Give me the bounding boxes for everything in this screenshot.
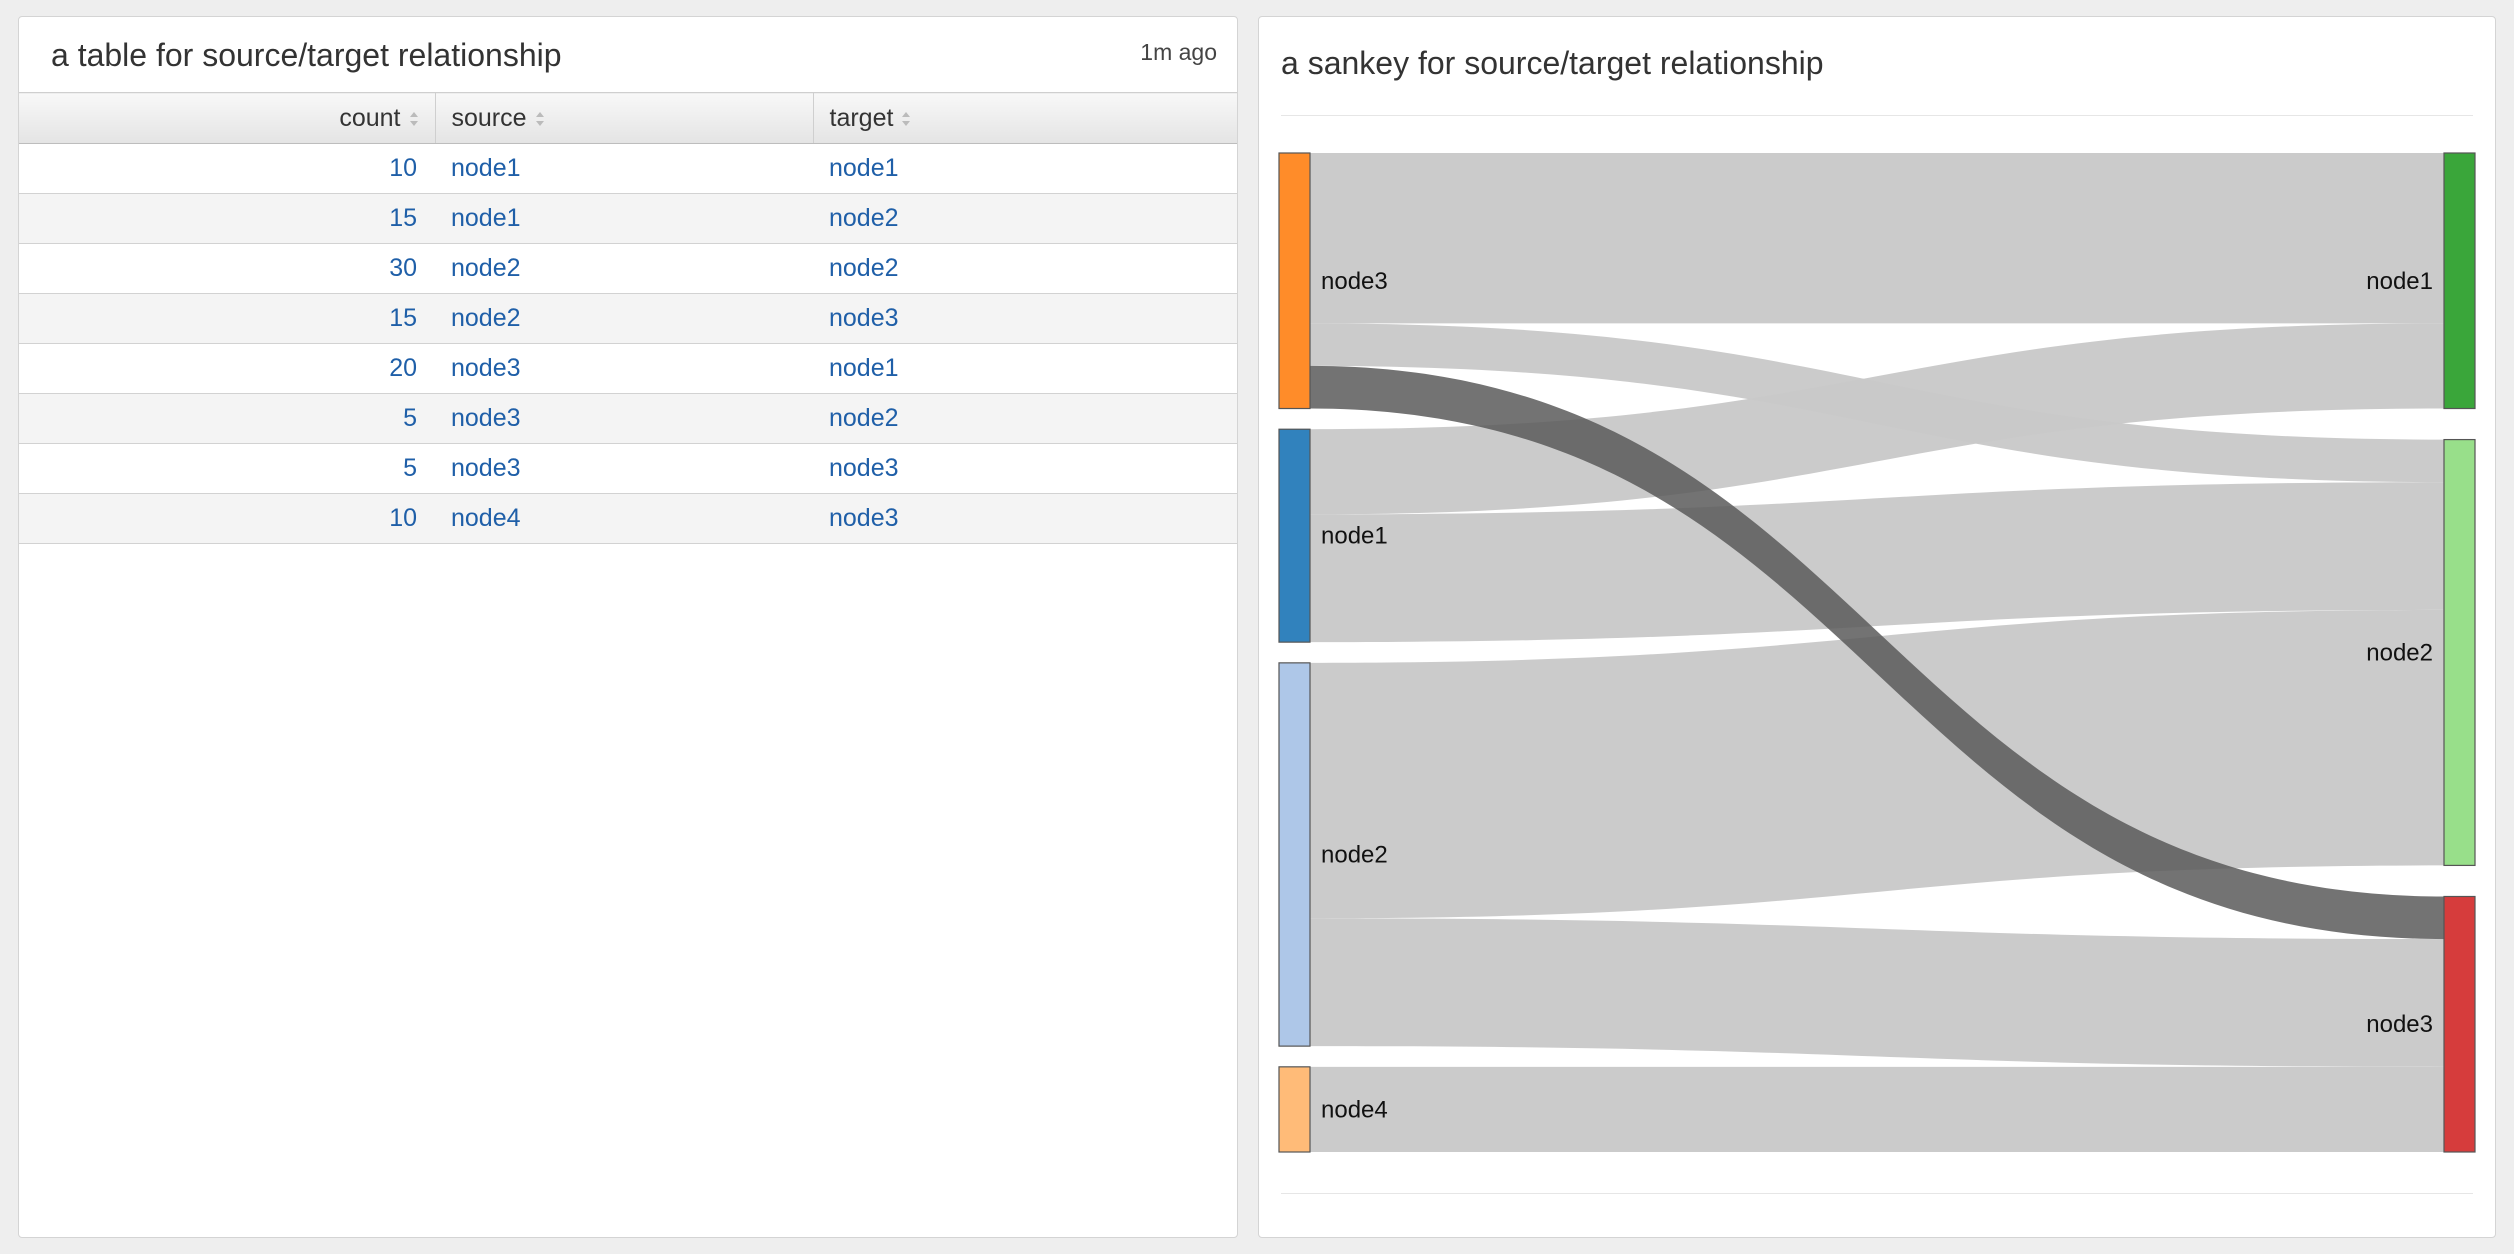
source-cell[interactable]: node2: [435, 293, 813, 344]
source-cell[interactable]: node2: [435, 243, 813, 294]
relationship-table: count source target 10 node1 node1 15 no…: [19, 92, 1237, 544]
table-panel: a table for source/target relationship 1…: [18, 16, 1238, 1238]
column-header-label: count: [339, 103, 401, 132]
column-header-target[interactable]: target: [812, 92, 1237, 144]
table-row: 15 node1 node2: [19, 193, 1237, 244]
sankey-node-label: node4: [1321, 1096, 1388, 1123]
column-header-label: source: [451, 103, 527, 132]
source-cell[interactable]: node4: [435, 493, 813, 544]
table-header-row: count source target: [19, 92, 1237, 144]
target-cell[interactable]: node1: [813, 143, 1237, 194]
sankey-node-source-node1[interactable]: [1278, 428, 1311, 643]
column-header-source[interactable]: source: [434, 92, 813, 144]
target-cell[interactable]: node2: [813, 193, 1237, 244]
sankey-node-source-node3[interactable]: [1278, 152, 1311, 410]
sankey-node-label: node1: [2366, 268, 2433, 295]
source-cell[interactable]: node1: [435, 143, 813, 194]
sort-icon: [535, 111, 545, 127]
target-cell[interactable]: node1: [813, 343, 1237, 394]
count-cell[interactable]: 10: [19, 493, 435, 544]
count-cell[interactable]: 15: [19, 193, 435, 244]
sort-icon: [409, 111, 419, 127]
source-cell[interactable]: node3: [435, 343, 813, 394]
count-cell[interactable]: 5: [19, 393, 435, 444]
sankey-link-node4-node3[interactable]: [1310, 1066, 2444, 1152]
target-cell[interactable]: node3: [813, 443, 1237, 494]
sankey-link-node2-node3[interactable]: [1310, 918, 2444, 1067]
table-row: 15 node2 node3: [19, 293, 1237, 344]
source-cell[interactable]: node1: [435, 193, 813, 244]
sankey-node-label: node2: [1321, 841, 1388, 868]
table-row: 10 node1 node1: [19, 143, 1237, 194]
sankey-link-node3-node1[interactable]: [1310, 153, 2444, 324]
table-row: 5 node3 node2: [19, 393, 1237, 444]
sankey-node-label: node2: [2366, 640, 2433, 667]
sankey-node-label: node3: [2366, 1011, 2433, 1038]
sankey-node-target-node1[interactable]: [2443, 152, 2476, 410]
sankey-node-target-node3[interactable]: [2443, 895, 2476, 1153]
count-cell[interactable]: 20: [19, 343, 435, 394]
count-cell[interactable]: 30: [19, 243, 435, 294]
sankey-node-label: node1: [1321, 523, 1388, 550]
sankey-node-label: node3: [1321, 268, 1388, 295]
target-cell[interactable]: node2: [813, 393, 1237, 444]
source-cell[interactable]: node3: [435, 393, 813, 444]
sankey-node-source-node2[interactable]: [1278, 662, 1311, 1047]
table-row: 30 node2 node2: [19, 243, 1237, 294]
count-cell[interactable]: 10: [19, 143, 435, 194]
sankey-chart: node3 node1 node2 node4 node1 node2 node3: [1278, 152, 2476, 1153]
column-header-label: target: [829, 103, 894, 132]
target-cell[interactable]: node3: [813, 493, 1237, 544]
table-row: 20 node3 node1: [19, 343, 1237, 394]
target-cell[interactable]: node2: [813, 243, 1237, 294]
table-row: 10 node4 node3: [19, 493, 1237, 544]
count-cell[interactable]: 15: [19, 293, 435, 344]
last-updated-label[interactable]: 1m ago: [1140, 39, 1217, 66]
sankey-node-target-node2[interactable]: [2443, 438, 2476, 867]
table-row: 5 node3 node3: [19, 443, 1237, 494]
source-cell[interactable]: node3: [435, 443, 813, 494]
sort-icon: [901, 111, 911, 127]
target-cell[interactable]: node3: [813, 293, 1237, 344]
table-panel-title: a table for source/target relationship: [51, 37, 562, 73]
count-cell[interactable]: 5: [19, 443, 435, 494]
sankey-node-source-node4[interactable]: [1278, 1066, 1311, 1153]
column-header-count[interactable]: count: [19, 92, 435, 144]
sankey-panel: a sankey for source/target relationship …: [1258, 16, 2496, 1238]
